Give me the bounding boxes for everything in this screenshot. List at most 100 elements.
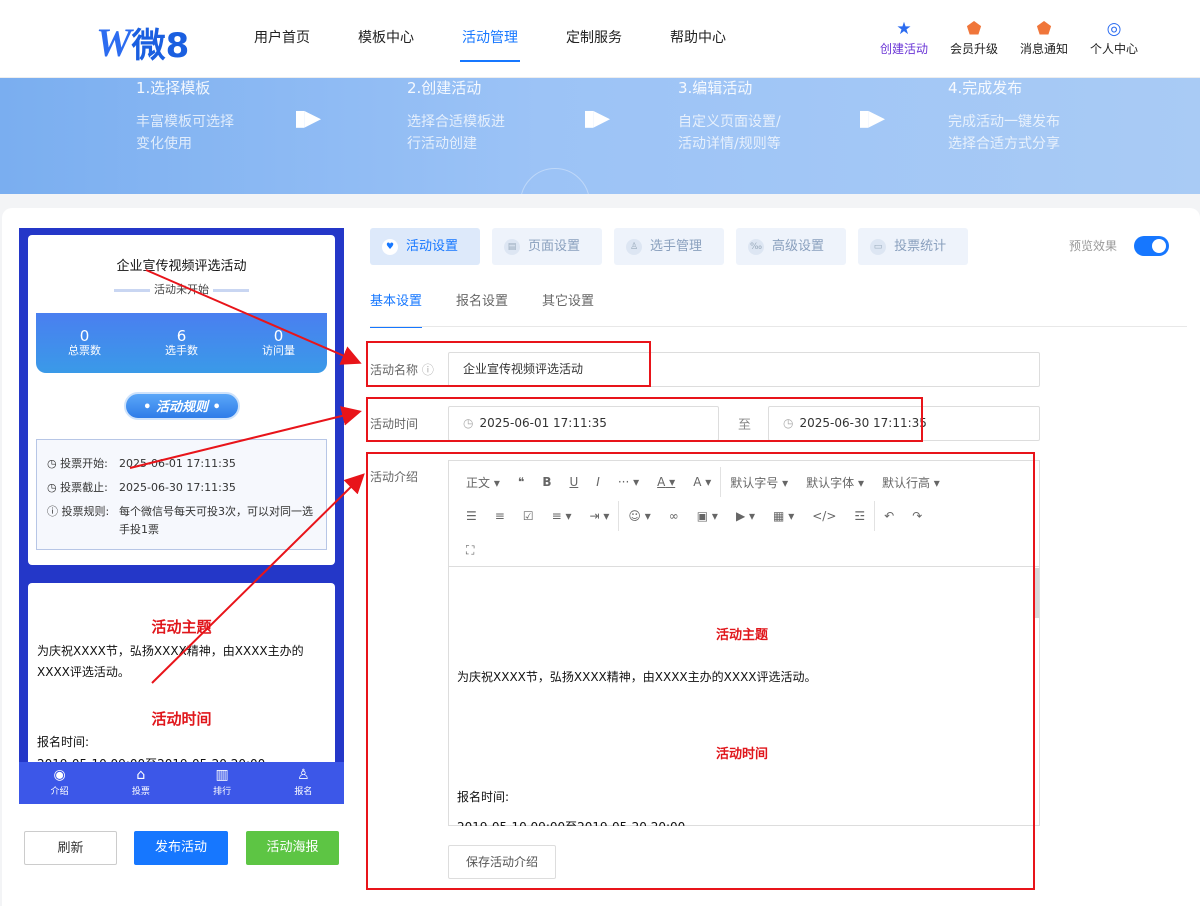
- indent-icon[interactable]: ⇥ ▾: [581, 501, 620, 531]
- rich-text-editor: 正文 ▾ ❝ B U I ··· ▾ A ▾ A ▾ 默认字号 ▾ 默认字体 ▾…: [448, 460, 1040, 826]
- step-arrow-icon: ▮▶: [858, 106, 885, 131]
- editor-theme-heading: 活动主题: [715, 628, 768, 643]
- publish-button[interactable]: 发布活动: [134, 831, 228, 865]
- font-color-icon[interactable]: A ▾: [648, 475, 684, 489]
- redo-icon[interactable]: ↷: [903, 509, 931, 523]
- activity-rules-button[interactable]: • 活动规则 •: [124, 392, 240, 420]
- italic-icon[interactable]: I: [587, 475, 609, 489]
- tab-intro[interactable]: ◉ 介绍: [19, 762, 100, 804]
- nav-user-home[interactable]: 用户首页: [230, 0, 334, 78]
- start-time-input[interactable]: ◷ 2025-06-01 17:11:35: [448, 406, 719, 441]
- editor-signup-value: 2019-05-10 09:00至2019-05-20 20:00: [457, 818, 685, 826]
- step-2: 2.创建活动 选择合适模板进 行活动创建: [407, 78, 505, 155]
- image-icon[interactable]: ▣ ▾: [688, 509, 727, 523]
- preview-status: 活动未开始: [28, 281, 335, 297]
- table-icon[interactable]: ▦ ▾: [764, 509, 803, 523]
- phone-preview: 企业宣传视频评选活动 活动未开始 0 总票数 6 选手数 0 访问量 • 活动规则 •…: [19, 228, 344, 804]
- user-center-button[interactable]: ◎ 个人中心: [1090, 18, 1138, 57]
- step-1: 1.选择模板 丰富模板可选择 变化使用: [136, 78, 234, 155]
- step-title: 3.编辑活动: [678, 79, 753, 97]
- preview-header-card: 企业宣传视频评选活动 活动未开始 0 总票数 6 选手数 0 访问量 • 活动规则 •…: [28, 235, 335, 565]
- editor-signup-label: 报名时间:: [457, 790, 510, 804]
- step-arrow-icon: ▮▶: [294, 106, 321, 131]
- step-arrow-icon: ▮▶: [583, 106, 610, 131]
- video-icon[interactable]: ▶ ▾: [727, 509, 764, 523]
- bg-color-icon[interactable]: A ▾: [684, 467, 722, 497]
- bold-icon[interactable]: B: [533, 475, 560, 489]
- editor-scrollbar[interactable]: [1034, 568, 1039, 618]
- todo-icon[interactable]: ☑: [514, 509, 543, 523]
- tab-vote-stats[interactable]: ▭ 投票统计: [858, 228, 969, 265]
- poster-button[interactable]: 活动海报: [246, 831, 339, 865]
- undo-icon[interactable]: ↶: [875, 509, 903, 523]
- tab-rank[interactable]: ▥ 排行: [182, 762, 263, 804]
- subtab-other[interactable]: 其它设置: [542, 290, 594, 328]
- bullet-list-icon[interactable]: ☰: [457, 509, 486, 523]
- nav-help-center[interactable]: 帮助中心: [646, 0, 750, 78]
- end-time-input[interactable]: ◷ 2025-06-30 17:11:35: [768, 406, 1040, 441]
- person-icon: ♙: [626, 238, 643, 255]
- notifications-button[interactable]: ⬟ 消息通知: [1020, 18, 1068, 57]
- preview-toggle[interactable]: [1134, 236, 1169, 256]
- settings-tabs: ♥ 活动设置 ▤ 页面设置 ♙ 选手管理 ‰ 高级设置 ▭ 投票统计: [370, 228, 969, 265]
- divider-icon[interactable]: ☲: [845, 501, 876, 531]
- create-activity-label: 创建活动: [879, 42, 928, 56]
- editor-content[interactable]: 活动主题 为庆祝XXXX节，弘扬XXXX精神，由XXXX主办的XXXX评选活动。…: [457, 568, 1027, 826]
- notifications-label: 消息通知: [1019, 42, 1068, 56]
- subtab-basic[interactable]: 基本设置: [370, 290, 423, 328]
- activity-name-label: 活动名称 ⓘ: [370, 363, 434, 377]
- activity-name-input[interactable]: 企业宣传视频评选活动: [448, 352, 1040, 387]
- step-title: 4.完成发布: [948, 79, 1023, 97]
- preview-title: 企业宣传视频评选活动: [116, 259, 247, 274]
- editor-toolbar: 正文 ▾ ❝ B U I ··· ▾ A ▾ A ▾ 默认字号 ▾ 默认字体 ▾…: [449, 461, 1039, 567]
- tab-advanced-settings[interactable]: ‰ 高级设置: [736, 228, 847, 265]
- subtab-signup[interactable]: 报名设置: [456, 290, 508, 328]
- main-nav: 用户首页 模板中心 活动管理 定制服务 帮助中心: [230, 0, 750, 78]
- nav-custom-service[interactable]: 定制服务: [542, 0, 646, 78]
- paragraph-select[interactable]: 正文 ▾: [457, 474, 509, 491]
- stat-visits: 0 访问量: [262, 327, 295, 357]
- subtab-divider: [370, 326, 1187, 327]
- preview-theme-heading: 活动主题: [151, 618, 212, 636]
- step-desc: 选择合适模板进 行活动创建: [407, 114, 505, 152]
- editor-theme-text: 为庆祝XXXX节，弘扬XXXX精神，由XXXX主办的XXXX评选活动。: [457, 670, 817, 684]
- align-icon[interactable]: ≡ ▾: [543, 509, 581, 523]
- user-center-label: 个人中心: [1089, 42, 1138, 56]
- sub-tabs: 基本设置 报名设置 其它设置: [370, 290, 594, 328]
- font-family-select[interactable]: 默认字体 ▾: [797, 474, 873, 491]
- tab-contestant-management[interactable]: ♙ 选手管理: [614, 228, 725, 265]
- fullscreen-icon[interactable]: ⛶: [457, 543, 483, 558]
- emoji-icon[interactable]: ☺ ▾: [619, 509, 659, 523]
- logo[interactable]: W 微8: [96, 18, 189, 67]
- save-intro-button[interactable]: 保存活动介绍: [448, 845, 556, 879]
- code-icon[interactable]: </>: [803, 509, 845, 523]
- stats-icon: ▭: [870, 238, 887, 255]
- tab-signup[interactable]: ♙ 报名: [263, 762, 344, 804]
- help-icon: ⓘ: [421, 363, 434, 377]
- tab-activity-settings[interactable]: ♥ 活动设置: [370, 228, 481, 265]
- quote-icon[interactable]: ❝: [509, 475, 533, 489]
- link-icon[interactable]: ∞: [660, 509, 688, 523]
- star-icon: ★: [896, 19, 912, 39]
- rules-box: ◷ 投票开始: 2025-06-01 17:11:35 ◷ 投票截止: 2025-0…: [36, 439, 327, 550]
- underline-icon[interactable]: U: [560, 475, 587, 489]
- rule-end: ◷ 投票截止: 2025-06-30 17:11:35: [47, 481, 236, 494]
- clock-icon: ◷: [783, 416, 794, 430]
- line-height-select[interactable]: 默认行高 ▾: [873, 474, 949, 491]
- font-size-select[interactable]: 默认字号 ▾: [721, 474, 797, 491]
- rank-icon: ▥: [215, 767, 229, 783]
- member-upgrade-button[interactable]: ⬟ 会员升级: [950, 18, 998, 57]
- nav-activity-management[interactable]: 活动管理: [438, 0, 542, 78]
- create-activity-button[interactable]: ★ 创建活动: [880, 18, 928, 57]
- member-upgrade-label: 会员升级: [949, 42, 998, 56]
- nav-template-center[interactable]: 模板中心: [334, 0, 438, 78]
- refresh-button[interactable]: 刷新: [24, 831, 117, 865]
- preview-time-heading: 活动时间: [151, 710, 212, 728]
- step-desc: 自定义页面设置/活动详情/规则等: [678, 114, 781, 152]
- logo-mark: W: [96, 20, 132, 65]
- numbered-list-icon[interactable]: ≡: [486, 509, 514, 523]
- tab-page-settings[interactable]: ▤ 页面设置: [492, 228, 603, 265]
- more-icon[interactable]: ··· ▾: [609, 475, 648, 489]
- clock-icon: ◷: [463, 416, 474, 430]
- tab-vote[interactable]: ⌂ 投票: [100, 762, 181, 804]
